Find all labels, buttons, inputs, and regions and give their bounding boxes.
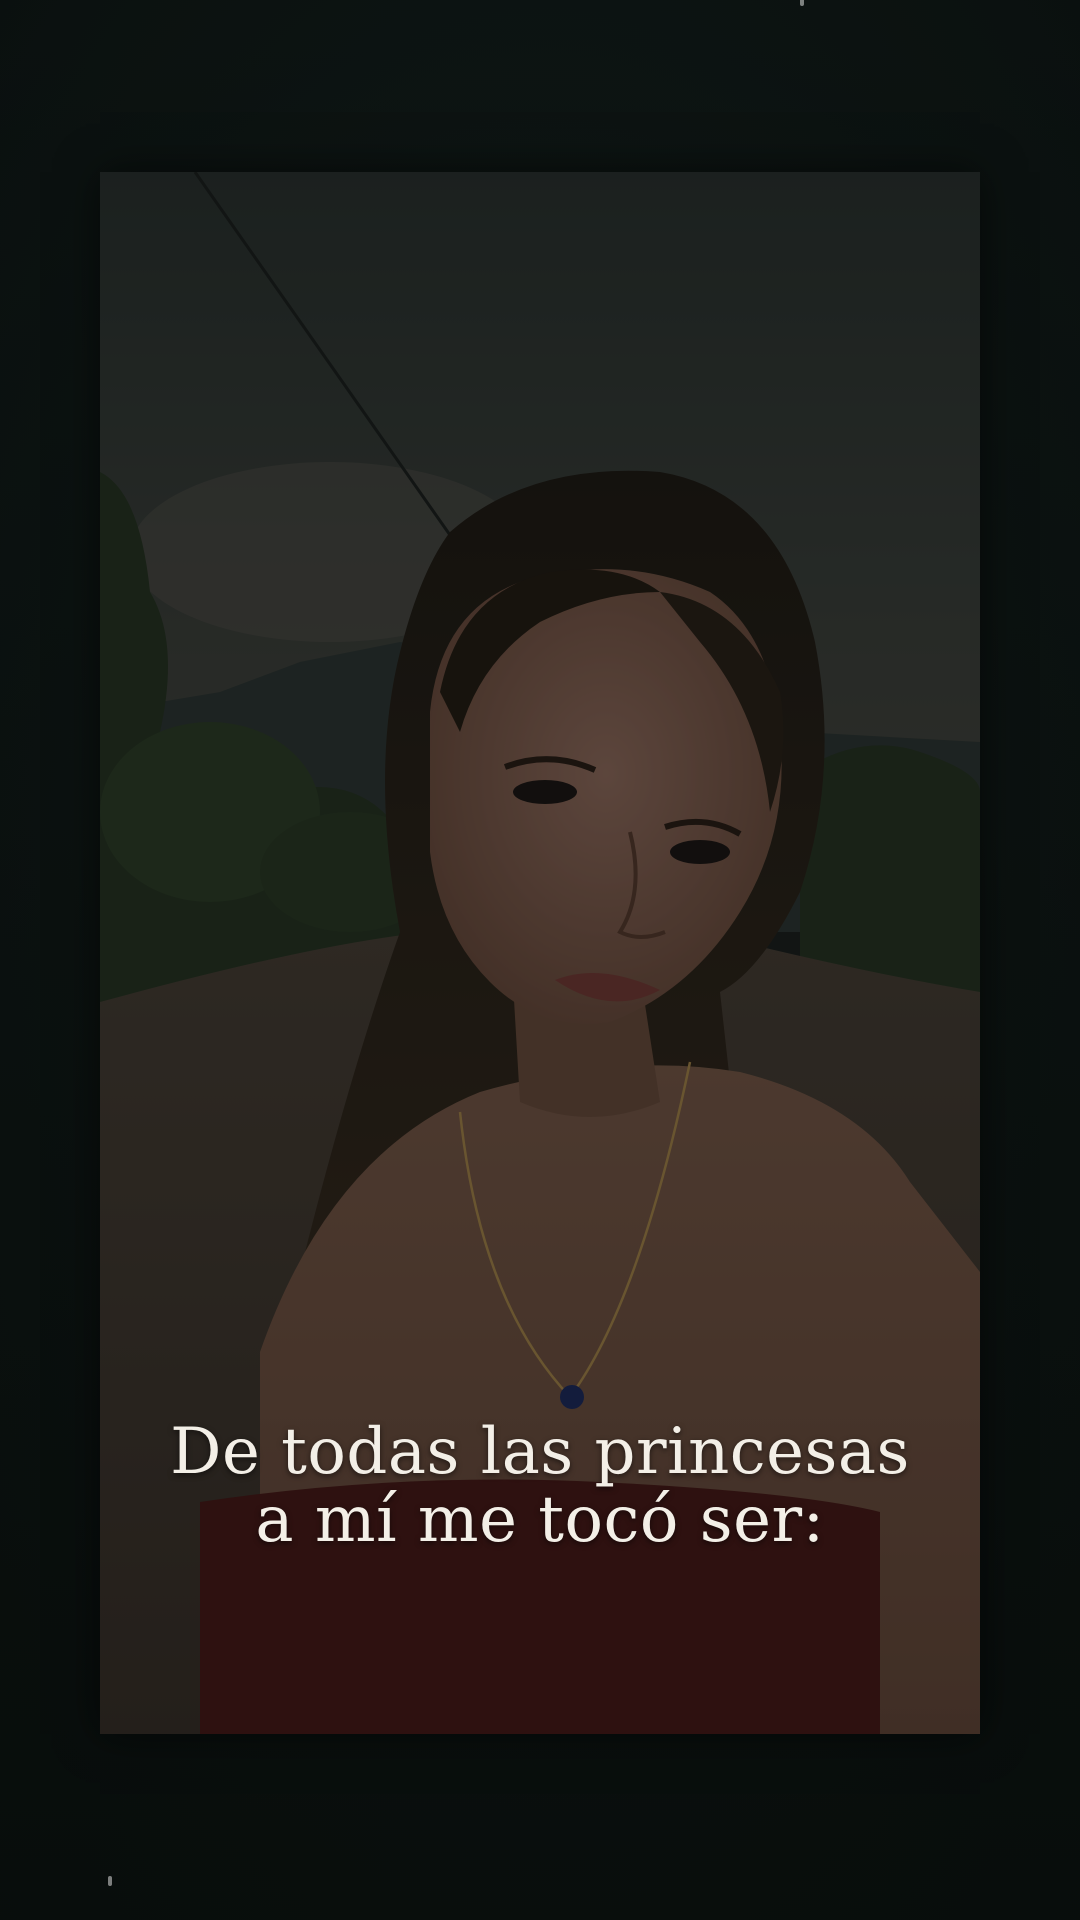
left-eye <box>513 780 577 804</box>
caption-line-1: De todas las princesas <box>170 1415 910 1489</box>
caption-text: De todas las princesas a mí me tocó ser: <box>0 1418 1080 1554</box>
light-speck <box>108 1876 112 1886</box>
caption-line-2: a mí me tocó ser: <box>255 1483 825 1557</box>
light-speck <box>800 0 804 6</box>
right-eye <box>670 840 730 864</box>
story-screen: De todas las princesas a mí me tocó ser: <box>0 0 1080 1920</box>
flower-pendant <box>560 1385 584 1409</box>
